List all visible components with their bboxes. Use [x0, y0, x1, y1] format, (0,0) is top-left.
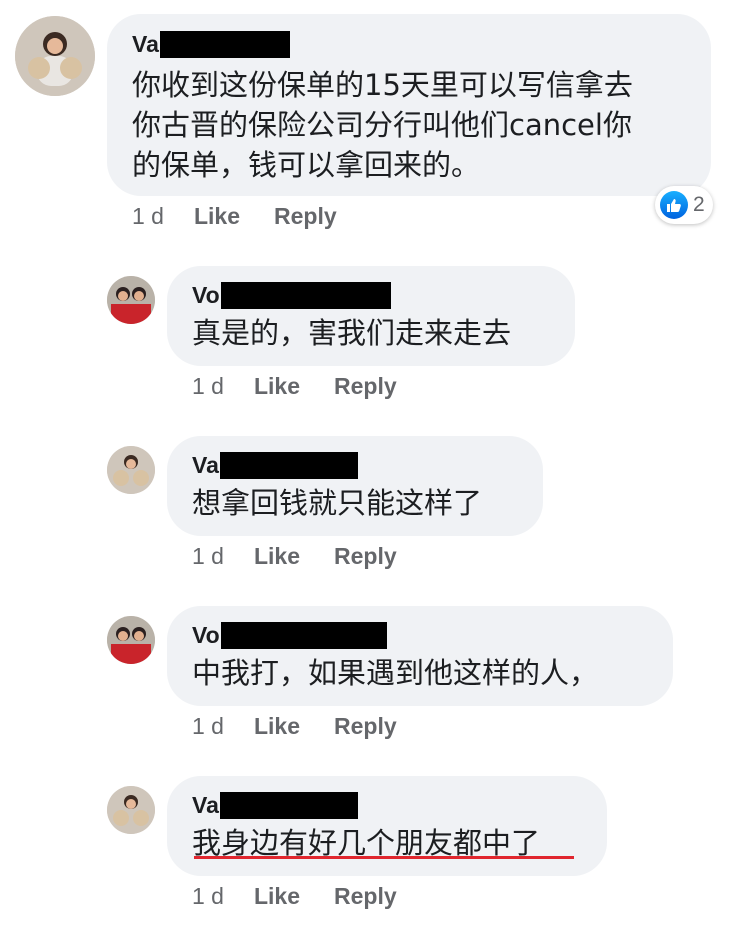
reply-button[interactable]: Reply	[334, 543, 397, 570]
author-name[interactable]: Vo	[192, 621, 220, 649]
redaction-bar	[219, 791, 358, 819]
red-underline-annotation	[194, 856, 574, 859]
timestamp[interactable]: 1 d	[192, 373, 224, 400]
redaction-bar	[159, 30, 290, 58]
comment-author[interactable]: Va	[132, 30, 290, 58]
like-button[interactable]: Like	[254, 373, 300, 400]
reply-button[interactable]: Reply	[334, 883, 397, 910]
author-name[interactable]: Vo	[192, 281, 220, 309]
thumbs-up-icon	[660, 191, 688, 219]
timestamp[interactable]: 1 d	[132, 203, 164, 230]
comment-author[interactable]: Va	[192, 791, 358, 819]
timestamp[interactable]: 1 d	[192, 543, 224, 570]
comment-actions: 1 d Like Reply	[192, 883, 431, 910]
avatar[interactable]	[107, 786, 155, 834]
avatar[interactable]	[15, 16, 95, 96]
avatar[interactable]	[107, 446, 155, 494]
like-button[interactable]: Like	[254, 713, 300, 740]
redaction-bar	[220, 621, 387, 649]
reply-button[interactable]: Reply	[274, 203, 337, 230]
comment-actions: 1 d Like Reply	[192, 713, 431, 740]
reaction-count-badge[interactable]: 2	[655, 186, 713, 224]
comment-author[interactable]: Vo	[192, 621, 387, 649]
comment-text: 真是的，害我们走来走去	[192, 316, 512, 350]
redaction-bar	[219, 451, 358, 479]
comment-text: 想拿回钱就只能这样了	[192, 486, 483, 520]
comment-actions: 1 d Like Reply	[192, 373, 431, 400]
comment-author[interactable]: Vo	[192, 281, 391, 309]
like-button[interactable]: Like	[254, 543, 300, 570]
author-name[interactable]: Va	[192, 451, 219, 479]
redaction-bar	[220, 281, 391, 309]
author-name[interactable]: Va	[132, 30, 159, 58]
timestamp[interactable]: 1 d	[192, 883, 224, 910]
comment-actions: 1 d Like Reply	[192, 543, 431, 570]
avatar[interactable]	[107, 616, 155, 664]
reply-button[interactable]: Reply	[334, 373, 397, 400]
timestamp[interactable]: 1 d	[192, 713, 224, 740]
like-button[interactable]: Like	[254, 883, 300, 910]
comment-author[interactable]: Va	[192, 451, 358, 479]
avatar[interactable]	[107, 276, 155, 324]
comment-actions: 1 d Like Reply	[132, 203, 371, 230]
author-name[interactable]: Va	[192, 791, 219, 819]
like-button[interactable]: Like	[194, 203, 240, 230]
reply-button[interactable]: Reply	[334, 713, 397, 740]
reaction-count: 2	[693, 193, 705, 216]
comment-text: 你收到这份保单的15天里可以写信拿去 你古晋的保险公司分行叫他们cancel你 …	[132, 68, 633, 182]
comment-text: 中我打，如果遇到他这样的人，	[192, 656, 599, 690]
